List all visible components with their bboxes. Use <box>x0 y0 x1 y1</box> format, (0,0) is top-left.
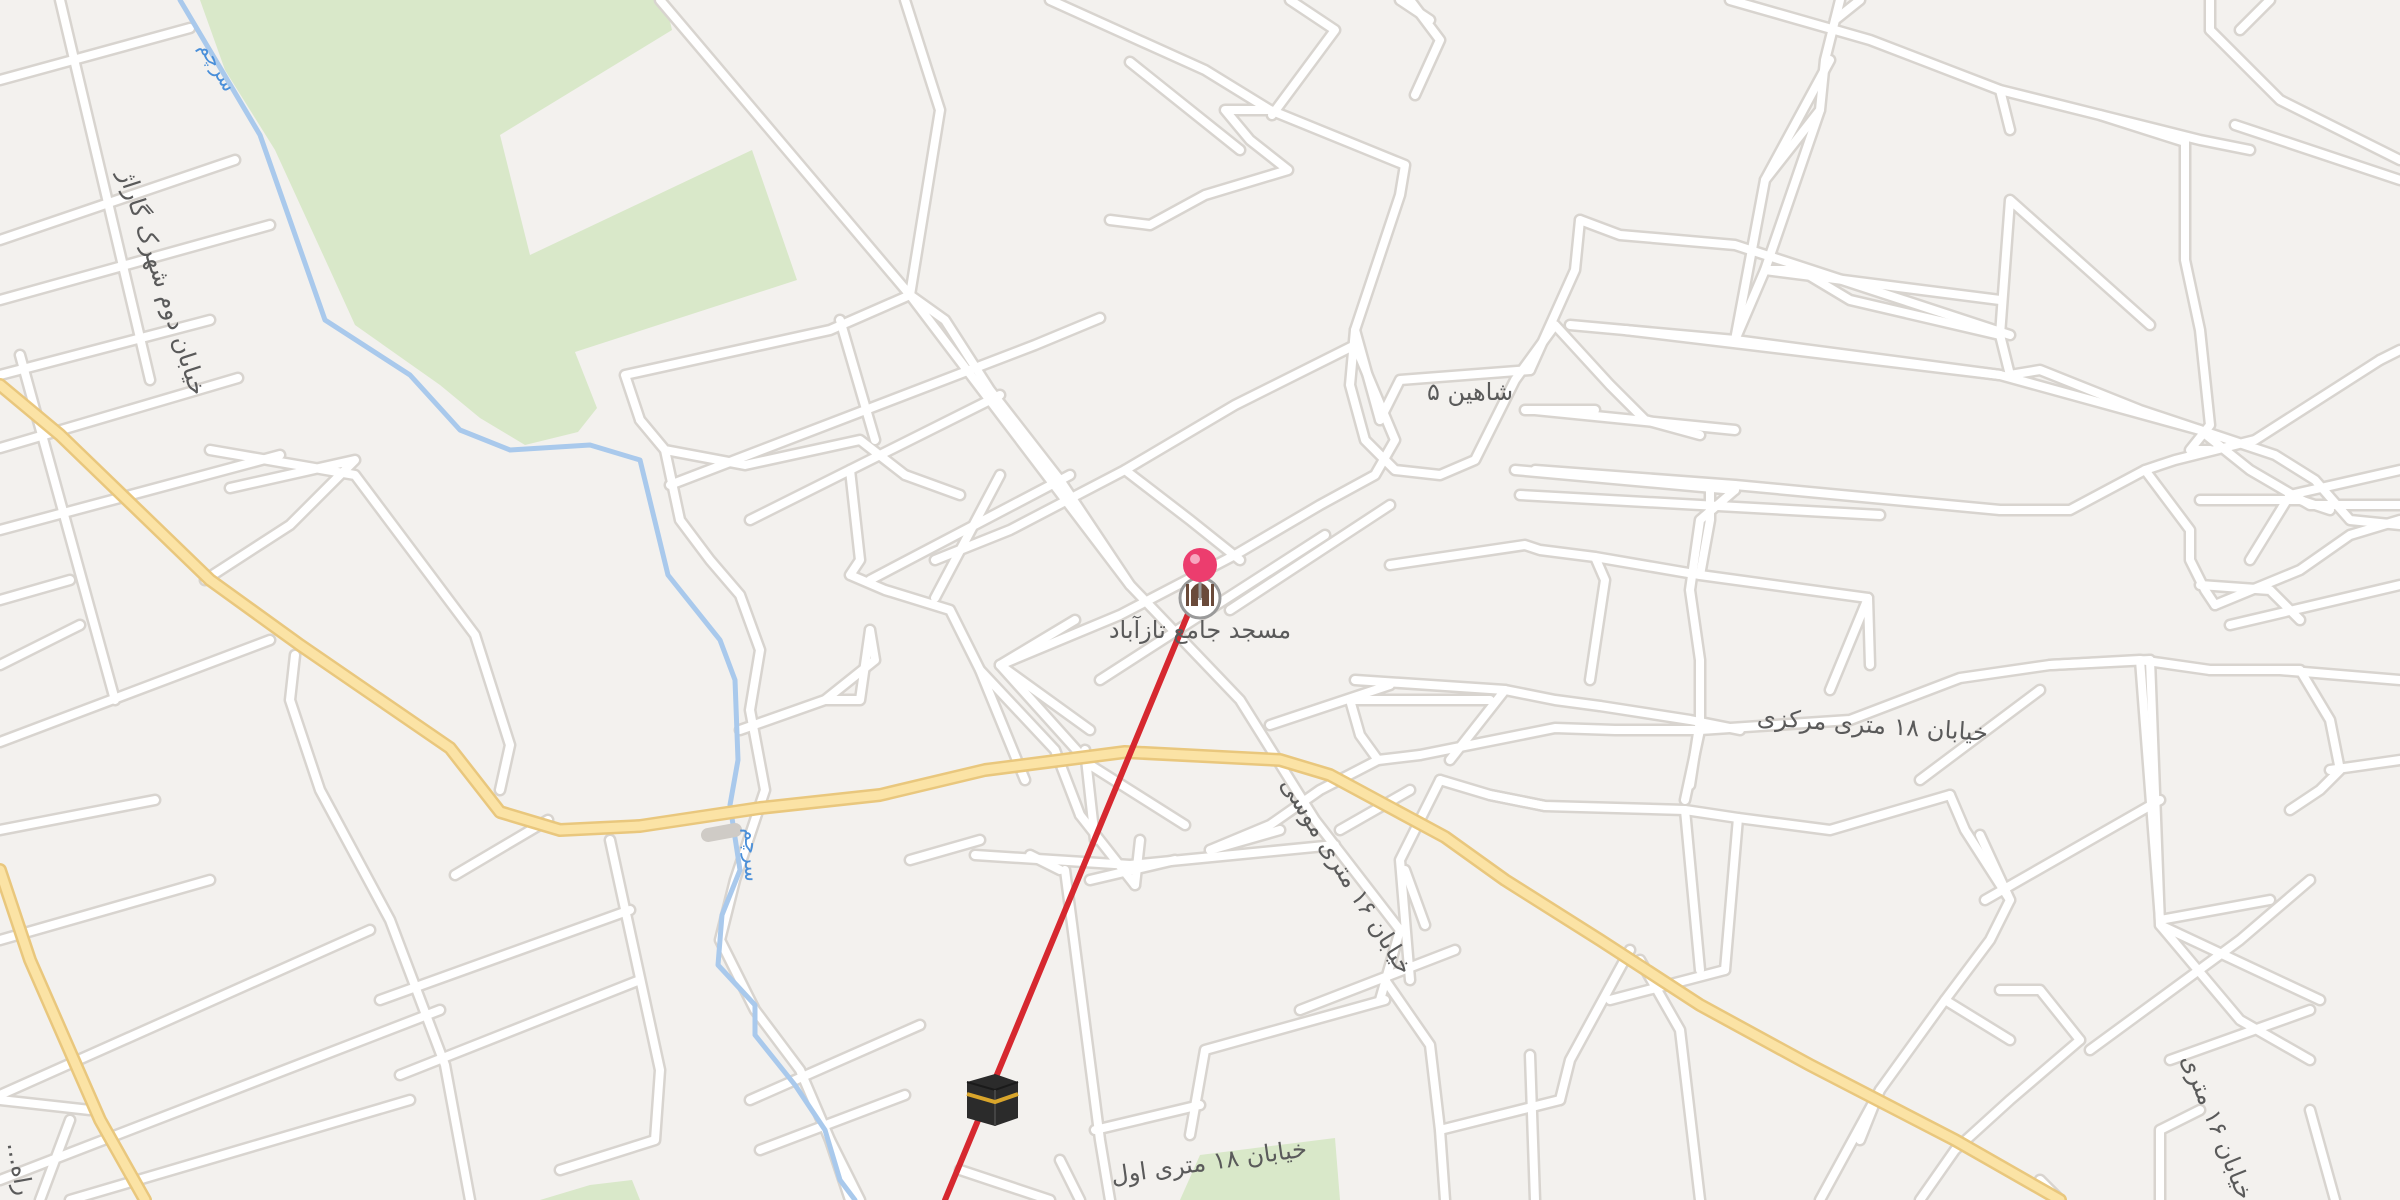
label-stream-lower: سرچم <box>740 828 764 881</box>
label-shahin5: شاهین ۵ <box>1427 378 1513 406</box>
mosque-label: مسجد جامع تازآباد <box>1109 615 1291 644</box>
kaaba-icon <box>966 1074 1019 1126</box>
map-canvas[interactable]: شاهین ۵ خیابان ۱۸ متری مرکزی خیابان ۱۸ م… <box>0 0 2400 1200</box>
kaaba-marker[interactable] <box>966 1074 1019 1126</box>
